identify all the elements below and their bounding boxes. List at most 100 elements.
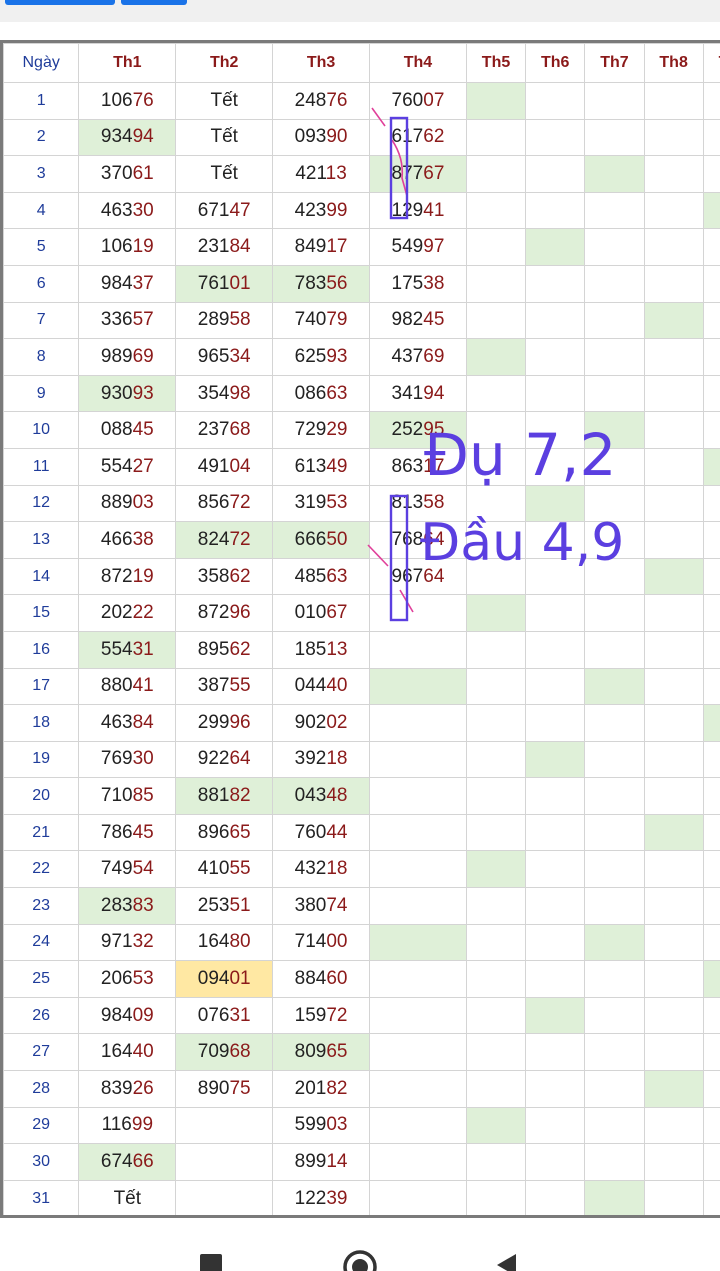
result-cell	[525, 338, 586, 376]
result-cell	[702, 338, 720, 376]
result-head-digits: 984	[100, 272, 133, 294]
result-tail-digits: 56	[326, 272, 348, 294]
lottery-table-container[interactable]: Ngày Th1 Th2 Th3 Th4 Th5 Th6 Th7 Th8 Th9…	[0, 40, 720, 1218]
result-cell	[465, 1106, 527, 1145]
result-head-digits: 613	[294, 455, 327, 477]
result-cell	[465, 264, 527, 303]
table-row: 10 08845 23768 72929 25295	[3, 411, 720, 449]
result-tail-digits: 65	[326, 1041, 348, 1063]
result-tail-digits: 55	[229, 675, 251, 697]
result-cell: 62593	[272, 338, 371, 376]
result-cell: 72929	[272, 411, 371, 449]
result-cell	[643, 594, 704, 632]
result-cell	[584, 887, 645, 925]
result-head-digits: 336	[100, 309, 133, 331]
circle-icon[interactable]	[341, 1248, 379, 1271]
result-cell: 89075	[175, 1070, 274, 1108]
result-tail-digits: 17	[326, 236, 348, 258]
result-head-digits: 554	[100, 638, 133, 660]
result-cell: Tết	[175, 82, 274, 120]
result-tail-digits: 61	[132, 162, 154, 184]
result-tail-digits: 31	[229, 1004, 251, 1026]
result-head-digits: 554	[100, 455, 133, 477]
result-cell	[643, 374, 704, 413]
table-row: 30 67466 89914	[3, 1143, 720, 1181]
result-tail-digits: 62	[229, 638, 251, 660]
result-cell	[584, 1033, 645, 1072]
result-head-digits: 370	[100, 162, 133, 184]
table-row: 5 10619 23184 84917 54997	[3, 228, 720, 266]
result-cell: 17538	[369, 264, 467, 303]
result-cell: 28958	[175, 301, 274, 340]
result-head-digits: 989	[100, 345, 133, 367]
result-cell: 16440	[78, 1033, 177, 1072]
result-cell: 46330	[78, 191, 177, 230]
result-head-digits: 164	[100, 1041, 133, 1063]
result-cell: 71400	[272, 923, 371, 962]
result-cell	[465, 1070, 527, 1108]
result-cell	[702, 447, 720, 486]
result-cell	[525, 82, 586, 120]
result-head-digits: 088	[100, 419, 133, 441]
result-cell	[584, 301, 645, 340]
day-cell: 28	[3, 1070, 80, 1108]
square-icon[interactable]	[198, 1252, 224, 1271]
day-cell: 27	[3, 1033, 80, 1072]
result-head-digits: 252	[391, 419, 424, 441]
result-cell	[369, 667, 467, 706]
result-cell: 39218	[272, 740, 371, 779]
result-cell	[702, 777, 720, 815]
result-cell: 61762	[369, 118, 467, 157]
result-cell: 74079	[272, 301, 371, 340]
result-head-digits: 760	[391, 89, 424, 111]
result-cell	[175, 1179, 274, 1215]
result-head-digits: 666	[294, 528, 327, 550]
result-cell	[525, 118, 586, 157]
result-cell	[702, 1033, 720, 1072]
result-cell: 55431	[78, 630, 177, 669]
result-head-digits: 299	[197, 711, 230, 733]
result-cell: 09401	[175, 960, 274, 998]
triangle-back-icon[interactable]	[494, 1252, 520, 1271]
result-cell	[525, 996, 586, 1035]
toolbar-button-2[interactable]	[121, 0, 187, 5]
result-cell: 92264	[175, 740, 274, 779]
result-head-digits: 899	[294, 1151, 327, 1173]
result-cell	[584, 704, 645, 742]
result-cell	[643, 1143, 704, 1181]
result-tail-digits: 57	[132, 309, 154, 331]
result-cell: 98409	[78, 996, 177, 1035]
day-cell: 30	[3, 1143, 80, 1181]
day-cell: 2	[3, 118, 80, 157]
top-toolbar	[0, 0, 720, 22]
result-head-digits: 824	[197, 528, 230, 550]
table-row: 24 97132 16480 71400	[3, 923, 720, 962]
result-cell	[465, 191, 527, 230]
result-head-digits: 485	[294, 565, 327, 587]
result-cell: 76101	[175, 264, 274, 303]
result-cell	[643, 411, 704, 449]
result-cell	[643, 704, 704, 742]
result-head-digits: 849	[294, 236, 327, 258]
result-cell	[465, 301, 527, 340]
result-cell	[465, 704, 527, 742]
result-tail-digits: 41	[132, 675, 154, 697]
result-cell: 29996	[175, 704, 274, 742]
result-cell: 01067	[272, 594, 371, 632]
result-cell: 49104	[175, 447, 274, 486]
result-cell	[702, 887, 720, 925]
result-cell: Tết	[175, 118, 274, 157]
result-tail-digits: 93	[132, 382, 154, 404]
result-head-digits: 813	[391, 492, 424, 514]
result-tail-digits: 07	[423, 89, 445, 111]
result-cell: 37061	[78, 155, 177, 193]
result-cell	[643, 264, 704, 303]
result-cell: 83926	[78, 1070, 177, 1108]
table-row: 1 10676 Tết 24876 76007	[3, 82, 720, 120]
result-tail-digits: 48	[326, 785, 348, 807]
result-head-digits: 877	[391, 162, 424, 184]
header-day: Ngày	[3, 43, 80, 83]
result-cell	[465, 813, 527, 852]
toolbar-button-1[interactable]	[5, 0, 115, 5]
result-cell	[369, 1143, 467, 1181]
